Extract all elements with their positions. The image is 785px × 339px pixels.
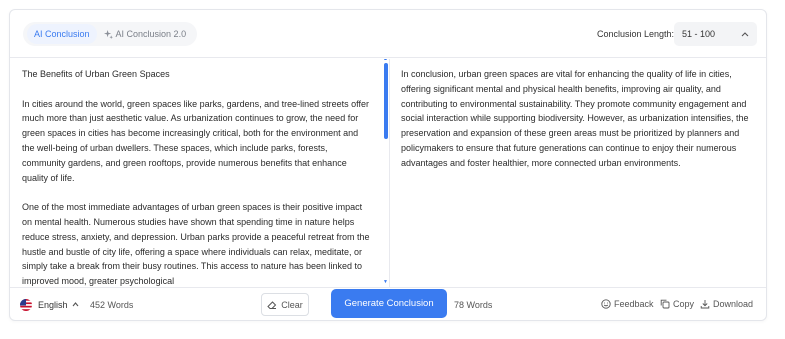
tab-ai-conclusion[interactable]: AI Conclusion — [27, 24, 97, 44]
feedback-button[interactable]: Feedback — [601, 299, 654, 309]
eraser-icon — [267, 300, 277, 309]
language-select[interactable]: English — [20, 299, 79, 311]
clear-button[interactable]: Clear — [261, 293, 309, 316]
top-toolbar: AI Conclusion AI Conclusion 2.0 Conclusi… — [10, 10, 766, 58]
feedback-label: Feedback — [614, 299, 654, 309]
chevron-up-icon — [72, 301, 79, 309]
scrollbar[interactable]: ▲ ▼ — [383, 59, 389, 285]
output-text: In conclusion, urban green spaces are vi… — [401, 69, 749, 168]
scrollbar-thumb[interactable] — [384, 63, 388, 139]
source-paragraph: In cities around the world, green spaces… — [22, 98, 370, 183]
conclusion-generator-card: AI Conclusion AI Conclusion 2.0 Conclusi… — [9, 9, 767, 321]
source-text-area[interactable]: The Benefits of Urban Green Spaces In ci… — [22, 67, 372, 287]
language-label: English — [38, 300, 68, 310]
source-title: The Benefits of Urban Green Spaces — [22, 69, 170, 79]
source-word-count: 452 Words — [90, 300, 134, 310]
bottom-toolbar: English 452 Words Clear Generate Conclus… — [10, 287, 766, 321]
tab-label: AI Conclusion — [34, 29, 90, 39]
sparkle-icon — [103, 29, 113, 39]
chevron-up-icon — [741, 31, 749, 37]
output-pane: In conclusion, urban green spaces are vi… — [391, 59, 767, 287]
tab-ai-conclusion-2[interactable]: AI Conclusion 2.0 — [97, 24, 194, 44]
download-button[interactable]: Download — [700, 299, 753, 309]
conclusion-length-label: Conclusion Length: — [597, 29, 675, 39]
conclusion-length-select[interactable]: 51 - 100 — [674, 22, 757, 46]
scroll-up-arrow-icon[interactable]: ▲ — [383, 59, 388, 62]
generate-label: Generate Conclusion — [344, 298, 434, 309]
output-word-count: 78 Words — [454, 300, 493, 310]
copy-button[interactable]: Copy — [660, 299, 694, 309]
smiley-icon — [601, 299, 611, 309]
copy-label: Copy — [673, 299, 695, 309]
generate-conclusion-button[interactable]: Generate Conclusion — [331, 289, 447, 318]
download-icon — [700, 300, 710, 309]
source-paragraph: One of the most immediate advantages of … — [22, 202, 370, 287]
us-flag-icon — [20, 299, 32, 311]
conclusion-length-value: 51 - 100 — [682, 29, 716, 39]
download-label: Download — [713, 299, 754, 309]
copy-icon — [660, 299, 670, 309]
mode-tabs: AI Conclusion AI Conclusion 2.0 — [23, 22, 198, 46]
clear-label: Clear — [281, 299, 303, 310]
scroll-down-arrow-icon[interactable]: ▼ — [383, 279, 388, 285]
source-text-pane[interactable]: The Benefits of Urban Green Spaces In ci… — [10, 59, 390, 287]
tab-label: AI Conclusion 2.0 — [115, 29, 187, 39]
